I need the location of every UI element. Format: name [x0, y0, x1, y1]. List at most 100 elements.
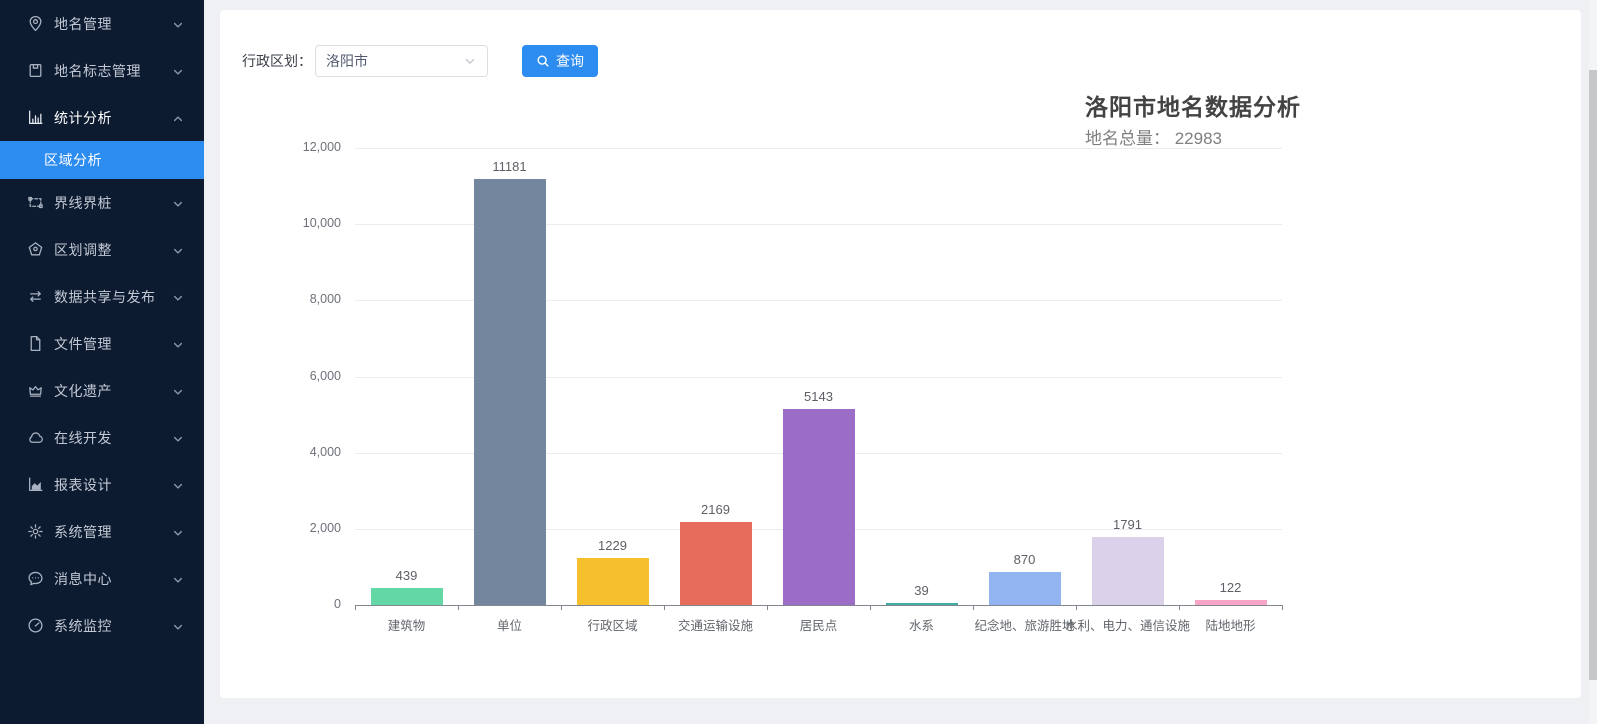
- bar-value-label: 39: [914, 583, 928, 598]
- x-axis-tick: [1282, 605, 1283, 610]
- bar-4[interactable]: [680, 522, 752, 605]
- bar-value-label: 1229: [598, 538, 627, 553]
- sidebar-item-label: 统计分析: [54, 108, 112, 128]
- chevron-down-icon: [172, 65, 184, 77]
- sidebar-item-label: 数据共享与发布: [54, 287, 156, 307]
- bar-3[interactable]: [577, 558, 649, 605]
- sidebar-item-label: 消息中心: [54, 569, 112, 589]
- sidebar-item-label: 区划调整: [54, 240, 112, 260]
- bar-value-label: 1791: [1113, 517, 1142, 532]
- bar-value-label: 122: [1220, 580, 1242, 595]
- region-select-value: 洛阳市: [326, 51, 368, 71]
- sidebar-item-system-monitor[interactable]: 系统监控: [0, 602, 204, 649]
- bar-5[interactable]: [783, 409, 855, 605]
- file-icon: [27, 335, 44, 352]
- seal-icon: [27, 241, 44, 258]
- x-axis-tick: [458, 605, 459, 610]
- sidebar-item-cultural-heritage[interactable]: 文化遗产: [0, 367, 204, 414]
- bar-value-label: 11181: [492, 159, 526, 174]
- gridline: [355, 148, 1282, 149]
- x-axis-tick: [973, 605, 974, 610]
- chevron-down-icon: [172, 291, 184, 303]
- x-axis-tick: [1076, 605, 1077, 610]
- chart-icon: [27, 109, 44, 126]
- search-button[interactable]: 查询: [522, 45, 598, 77]
- chevron-down-icon: [463, 54, 477, 68]
- chevron-down-icon: [172, 479, 184, 491]
- scrollbar[interactable]: [1589, 0, 1597, 724]
- sidebar: 地名管理地名标志管理统计分析区域分析界线界桩区划调整数据共享与发布文件管理文化遗…: [0, 0, 204, 724]
- bar-value-label: 439: [396, 568, 418, 583]
- chevron-down-icon: [172, 573, 184, 585]
- chevron-down-icon: [172, 526, 184, 538]
- sidebar-item-label: 系统监控: [54, 616, 112, 636]
- sidebar-item-data-sharing[interactable]: 数据共享与发布: [0, 273, 204, 320]
- chart-title: 洛阳市地名数据分析: [1085, 88, 1301, 122]
- bar-value-label: 2169: [701, 502, 730, 517]
- chat-icon: [27, 570, 44, 587]
- frame-icon: [27, 194, 44, 211]
- bar-8[interactable]: [1092, 537, 1164, 605]
- x-axis-tick: [355, 605, 356, 610]
- cloud-icon: [27, 429, 44, 446]
- sidebar-item-label: 地名标志管理: [54, 61, 141, 81]
- region-filter-label: 行政区划：: [242, 45, 312, 77]
- chevron-down-icon: [172, 338, 184, 350]
- chevron-down-icon: [172, 197, 184, 209]
- x-axis-category-label: 行政区域: [587, 615, 637, 634]
- y-axis-tick-label: 8,000: [220, 292, 341, 306]
- bar-1[interactable]: [371, 588, 443, 605]
- bar-2[interactable]: [474, 179, 546, 605]
- report-icon: [27, 476, 44, 493]
- bar-9[interactable]: [1195, 600, 1267, 605]
- y-axis-tick-label: 2,000: [220, 521, 341, 535]
- chevron-down-icon: [172, 620, 184, 632]
- x-axis-line: [355, 605, 1282, 606]
- sync-icon: [27, 288, 44, 305]
- sidebar-subitem-region-analysis[interactable]: 区域分析: [0, 141, 204, 179]
- y-axis-tick-label: 0: [220, 597, 341, 611]
- sidebar-item-place-sign-mgmt[interactable]: 地名标志管理: [0, 47, 204, 94]
- sidebar-item-label: 地名管理: [54, 14, 112, 34]
- y-axis-tick-label: 10,000: [220, 216, 341, 230]
- region-select[interactable]: 洛阳市: [315, 45, 488, 77]
- sidebar-item-label: 界线界桩: [54, 193, 112, 213]
- x-axis-category-label: 水系: [909, 615, 934, 634]
- x-axis-tick: [561, 605, 562, 610]
- x-axis-category-label: 单位: [497, 615, 522, 634]
- sidebar-item-online-dev[interactable]: 在线开发: [0, 414, 204, 461]
- y-axis-tick-label: 6,000: [220, 369, 341, 383]
- sign-icon: [27, 62, 44, 79]
- search-icon: [536, 54, 550, 68]
- x-axis-category-label: 纪念地、旅游胜地: [974, 615, 1074, 634]
- sidebar-item-report-design[interactable]: 报表设计: [0, 461, 204, 508]
- monitor-icon: [27, 617, 44, 634]
- sidebar-item-district-adjustment[interactable]: 区划调整: [0, 226, 204, 273]
- sidebar-item-place-name-mgmt[interactable]: 地名管理: [0, 0, 204, 47]
- pin-icon: [27, 15, 44, 32]
- bar-7[interactable]: [989, 572, 1061, 605]
- x-axis-category-label: 交通运输设施: [678, 615, 753, 634]
- sidebar-item-stats-analysis[interactable]: 统计分析: [0, 94, 204, 141]
- x-axis-tick: [1179, 605, 1180, 610]
- chart-subtitle: 地名总量： 22983: [1085, 124, 1222, 149]
- x-axis-tick: [870, 605, 871, 610]
- gear-icon: [27, 523, 44, 540]
- scrollbar-thumb[interactable]: [1589, 70, 1597, 680]
- sidebar-item-label: 报表设计: [54, 475, 112, 495]
- sidebar-item-message-center[interactable]: 消息中心: [0, 555, 204, 602]
- sidebar-item-label: 文件管理: [54, 334, 112, 354]
- x-axis-category-label: 建筑物: [388, 615, 426, 634]
- chevron-up-icon: [172, 112, 184, 124]
- bar-value-label: 870: [1014, 552, 1036, 567]
- x-axis-category-label: 居民点: [800, 615, 838, 634]
- sidebar-item-file-mgmt[interactable]: 文件管理: [0, 320, 204, 367]
- x-axis-tick: [664, 605, 665, 610]
- x-axis-tick: [767, 605, 768, 610]
- y-axis-tick-label: 4,000: [220, 445, 341, 459]
- bar-6[interactable]: [886, 603, 958, 605]
- sidebar-item-boundary-markers[interactable]: 界线界桩: [0, 179, 204, 226]
- sidebar-item-system-mgmt[interactable]: 系统管理: [0, 508, 204, 555]
- y-axis-tick-label: 12,000: [220, 140, 341, 154]
- sidebar-item-label: 在线开发: [54, 428, 112, 448]
